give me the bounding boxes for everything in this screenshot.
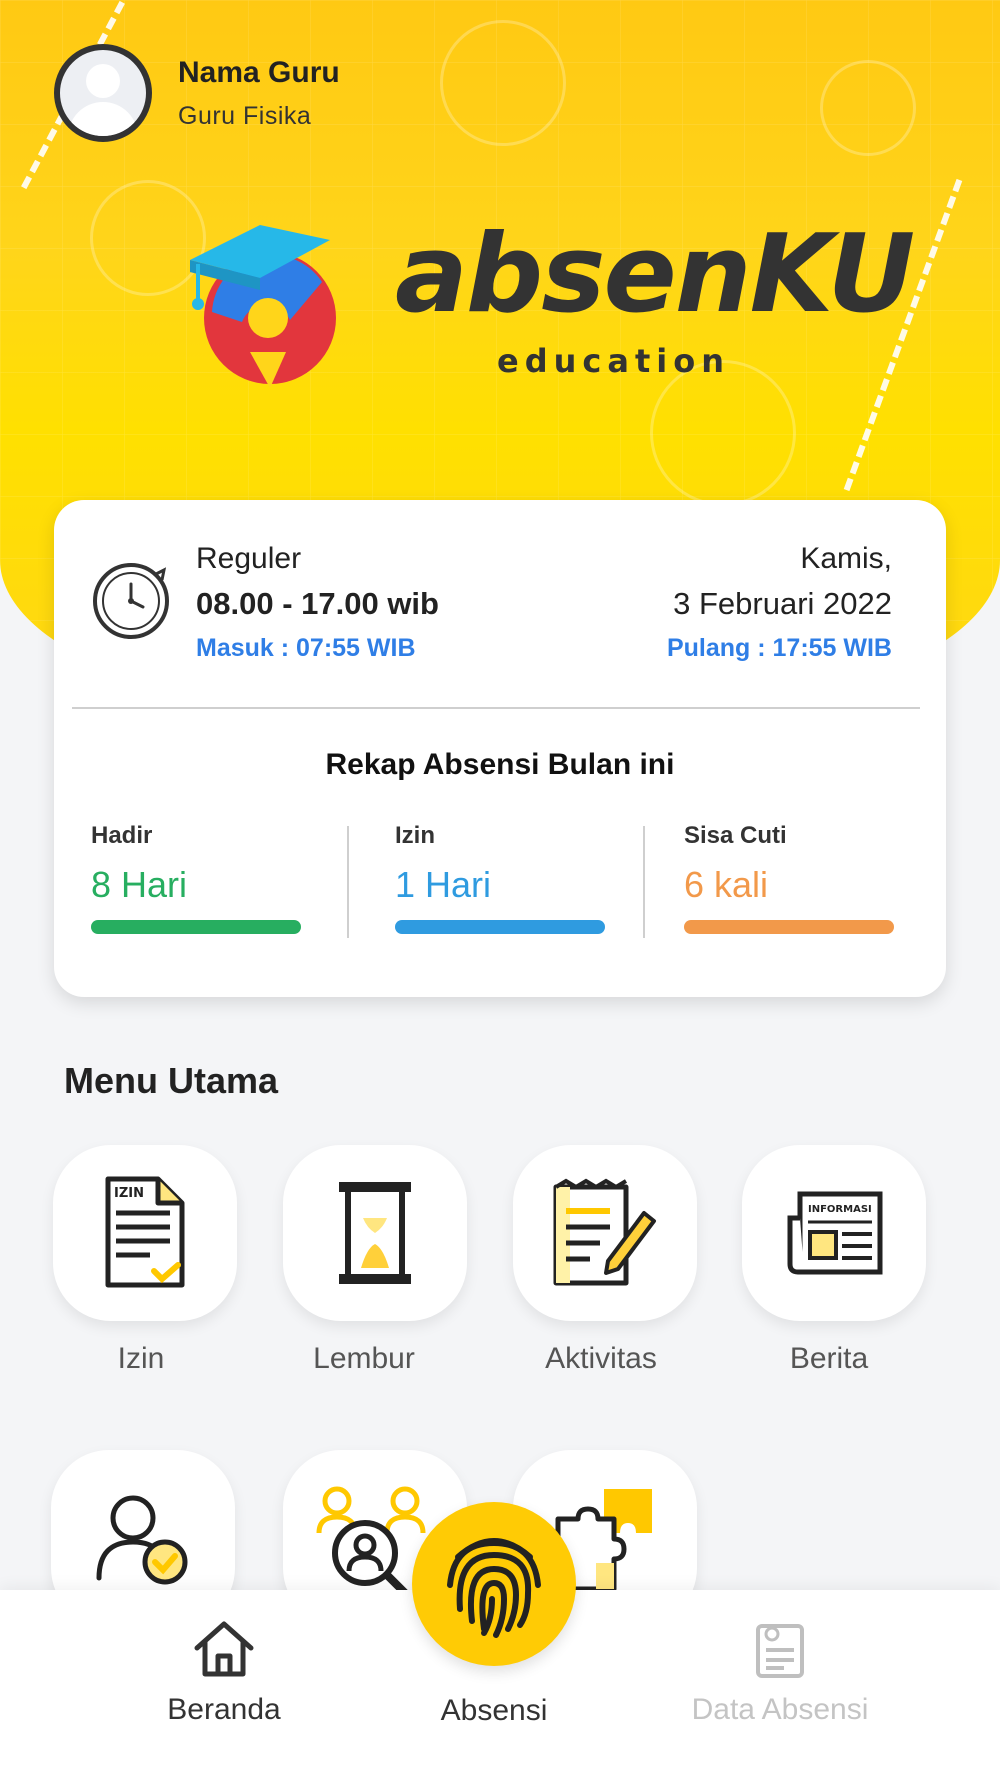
shift-info: Reguler 08.00 - 17.00 wib Masuk : 07:55 … xyxy=(54,500,946,710)
clock-icon xyxy=(93,563,169,639)
shift-hours: 08.00 - 17.00 wib xyxy=(196,586,439,621)
section-title: Menu Utama xyxy=(64,1060,279,1101)
stat-value: 6 kali xyxy=(684,864,769,905)
doodle-circle xyxy=(820,60,916,156)
stat-hadir: Hadir 8 Hari xyxy=(91,822,301,934)
attendance-summary-card: Reguler 08.00 - 17.00 wib Masuk : 07:55 … xyxy=(54,500,946,997)
shift-day: Kamis, xyxy=(800,542,892,575)
fingerprint-icon xyxy=(447,1538,541,1638)
menu-item-lembur[interactable] xyxy=(283,1145,467,1321)
stat-value: 1 Hari xyxy=(395,864,492,905)
menu-label: Izin xyxy=(117,1342,165,1375)
stat-bar xyxy=(91,920,301,934)
doodle-circle xyxy=(440,20,566,146)
nav-beranda[interactable]: Beranda xyxy=(150,1618,298,1727)
menu-label: Aktivitas xyxy=(545,1342,657,1375)
stat-label: Izin xyxy=(395,822,435,849)
newspaper-icon-text: INFORMASI xyxy=(808,1204,872,1215)
brand-subtitle: education xyxy=(497,342,730,380)
home-icon xyxy=(194,1621,254,1677)
clipboard-icon xyxy=(756,1624,804,1678)
brand-name: absenKU xyxy=(395,212,915,337)
stat-bar xyxy=(684,920,894,934)
nav-label: Absensi xyxy=(440,1694,548,1727)
permit-icon-text: IZIN xyxy=(114,1186,144,1201)
check-in-time: Masuk : 07:55 WIB xyxy=(196,634,416,662)
divider xyxy=(72,707,920,709)
app-logo: absenKU education xyxy=(190,220,915,390)
profile-role: Guru Fisika xyxy=(178,101,312,130)
stat-label: Sisa Cuti xyxy=(684,822,787,849)
stat-value: 8 Hari xyxy=(91,864,188,905)
menu-item-berita[interactable]: INFORMASI xyxy=(742,1145,926,1321)
menu-item-izin[interactable]: IZIN xyxy=(53,1145,237,1321)
shift-type: Reguler xyxy=(196,542,302,575)
user-check-icon xyxy=(96,1495,188,1585)
permit-document-icon: IZIN xyxy=(105,1176,185,1288)
absensi-fingerprint-button[interactable] xyxy=(412,1502,576,1666)
nav-label: Beranda xyxy=(167,1693,281,1726)
activity-notepad-icon xyxy=(553,1178,656,1286)
shift-date: 3 Februari 2022 xyxy=(673,586,892,621)
user-profile[interactable]: Nama Guru Guru Fisika xyxy=(54,44,340,142)
divider xyxy=(347,826,349,938)
nav-absensi-label-wrap: Absensi xyxy=(414,1686,574,1728)
menu-item-aktivitas[interactable] xyxy=(513,1145,697,1321)
recap-stats: Hadir 8 Hari Izin 1 Hari Sisa Cuti 6 kal… xyxy=(54,822,946,942)
profile-name: Nama Guru xyxy=(178,55,340,89)
stat-izin: Izin 1 Hari xyxy=(395,822,605,934)
menu-label: Berita xyxy=(789,1342,869,1375)
newspaper-icon: INFORMASI xyxy=(787,1191,883,1275)
avatar[interactable] xyxy=(54,44,152,142)
check-out-time: Pulang : 17:55 WIB xyxy=(666,634,892,662)
stat-sisa-cuti: Sisa Cuti 6 kali xyxy=(684,822,894,934)
nav-label: Data Absensi xyxy=(691,1693,869,1726)
stat-label: Hadir xyxy=(91,822,153,849)
hourglass-icon xyxy=(339,1182,411,1284)
doodle-circle xyxy=(90,180,206,296)
divider xyxy=(643,826,645,938)
nav-data-absensi[interactable]: Data Absensi xyxy=(670,1618,890,1727)
graduation-cap-logo-icon xyxy=(190,225,336,388)
menu-label: Lembur xyxy=(313,1342,415,1375)
stat-bar xyxy=(395,920,605,934)
recap-title: Rekap Absensi Bulan ini xyxy=(325,748,675,781)
